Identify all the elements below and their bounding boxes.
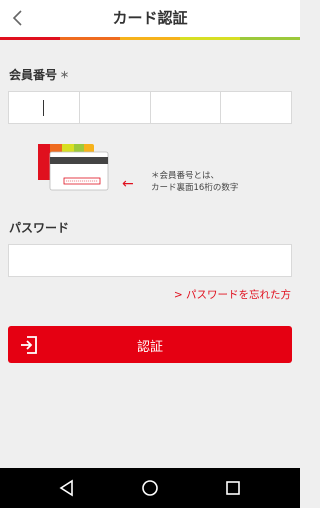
member-number-field-2[interactable] [79, 91, 151, 124]
password-field[interactable] [8, 244, 292, 277]
auth-button-label: 認証 [136, 340, 163, 355]
required-mark: ＊ [60, 71, 70, 81]
app-header: カード認証 [0, 0, 300, 37]
arrow-left-icon: ← [122, 176, 134, 192]
color-stripe [0, 37, 300, 40]
page-title: カード認証 [112, 9, 188, 27]
member-number-label-text: 会員番号 [9, 68, 58, 82]
hint-line-1: ＊会員番号とは、 [151, 171, 220, 181]
hint-line-2: カード裏面16桁の数字 [151, 183, 239, 193]
text-caret [43, 100, 44, 116]
stripe-segment [240, 37, 300, 40]
system-navigation-bar [0, 468, 300, 508]
member-number-field-3[interactable] [150, 91, 222, 124]
password-label: パスワード [9, 221, 70, 235]
member-number-fields [8, 91, 292, 124]
member-number-hint: ＊会員番号とは、 カード裏面16桁の数字 [151, 170, 238, 194]
square-recent-icon[interactable] [222, 478, 244, 498]
member-number-field-4[interactable] [221, 91, 292, 124]
triangle-back-icon[interactable] [56, 478, 78, 498]
stripe-segment [60, 37, 120, 40]
card-back-illustration-icon [38, 144, 109, 191]
member-number-field-1[interactable] [8, 91, 80, 124]
stripe-segment [180, 37, 240, 40]
stripe-segment [120, 37, 180, 40]
auth-button[interactable]: 認証 [8, 326, 292, 363]
stripe-segment [0, 37, 60, 40]
forgot-password-link[interactable]: > パスワードを忘れた方 [174, 287, 291, 302]
circle-home-icon[interactable] [139, 478, 161, 498]
member-number-label: 会員番号＊ [9, 66, 69, 83]
